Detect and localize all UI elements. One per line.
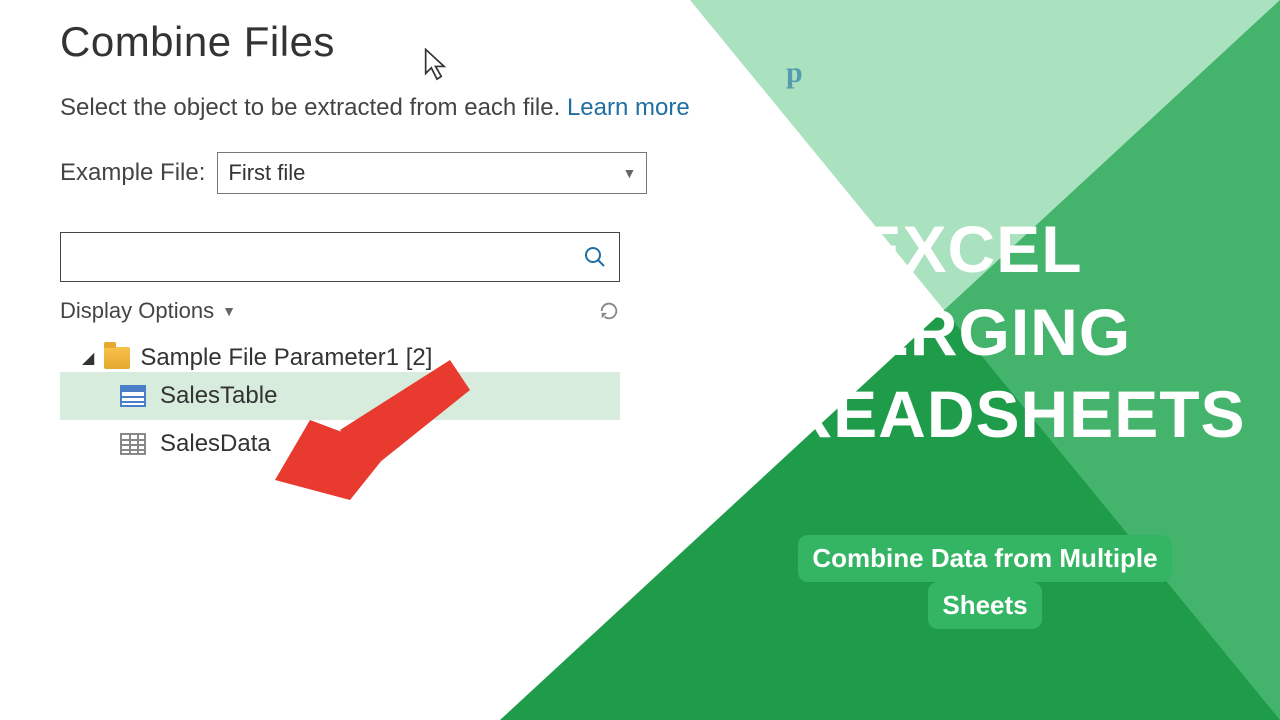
tree-item-label: SalesTable <box>160 382 277 410</box>
chevron-down-icon: ▼ <box>222 303 236 319</box>
example-file-label: Example File: <box>60 159 205 187</box>
table-icon <box>120 385 146 407</box>
stray-p: p <box>786 56 803 90</box>
headline-line: EXCEL <box>690 208 1250 291</box>
folder-label: Sample File Parameter1 [2] <box>140 344 432 372</box>
subtitle-pill-line: Combine Data from Multiple <box>798 535 1171 582</box>
headline-line: MERGING <box>690 291 1250 374</box>
subtitle-pill-line: Sheets <box>928 582 1041 629</box>
cursor-icon <box>422 48 452 82</box>
overlay-subtitle: Combine Data from Multiple Sheets <box>750 535 1220 629</box>
headline-line: SPREADSHEETS <box>690 373 1250 456</box>
display-options-label: Display Options <box>60 298 214 324</box>
display-options-dropdown[interactable]: Display Options ▼ <box>60 298 236 324</box>
tree-item-label: SalesData <box>160 430 271 458</box>
folder-icon <box>104 347 130 369</box>
collapse-caret-icon[interactable]: ◢ <box>82 348 94 368</box>
example-file-value: First file <box>228 160 305 186</box>
sheet-icon <box>120 433 146 455</box>
subtitle-text: Select the object to be extracted from e… <box>60 94 567 121</box>
overlay-headline: EXCEL MERGING SPREADSHEETS <box>690 208 1250 456</box>
